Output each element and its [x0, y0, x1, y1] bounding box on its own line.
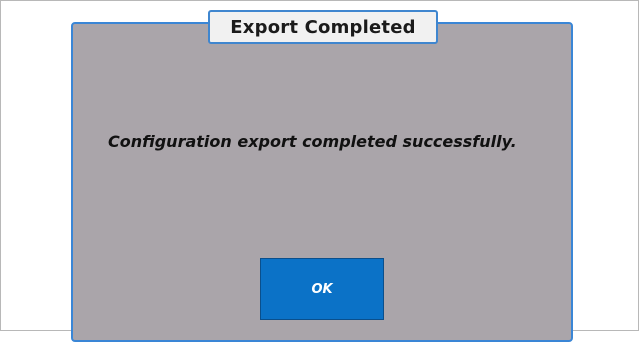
ok-button[interactable]: OK	[260, 258, 384, 320]
dialog-message: Configuration export completed successfu…	[108, 132, 517, 151]
dialog-title: Export Completed	[208, 10, 438, 44]
